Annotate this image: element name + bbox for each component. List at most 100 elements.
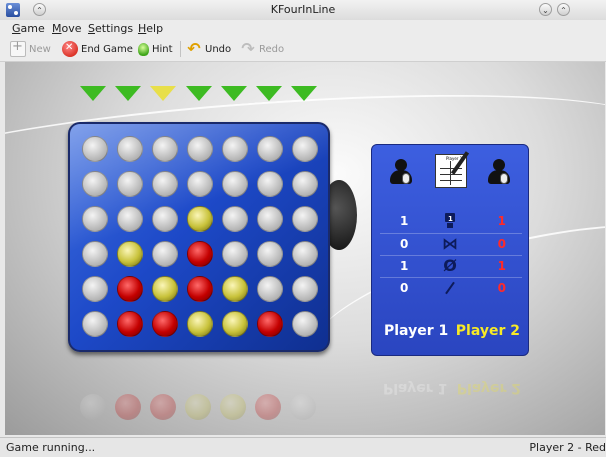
empty-slot[interactable]	[257, 171, 283, 197]
new-button-label: New	[29, 43, 51, 55]
window-title: KFourInLine	[270, 3, 336, 16]
empty-slot[interactable]	[292, 171, 318, 197]
redo-icon: ↷	[241, 39, 255, 58]
yellow-piece[interactable]	[152, 276, 178, 302]
yellow-piece[interactable]	[222, 311, 248, 337]
empty-slot[interactable]	[222, 171, 248, 197]
empty-slot[interactable]	[82, 311, 108, 337]
yellow-piece[interactable]	[187, 206, 213, 232]
empty-slot[interactable]	[82, 206, 108, 232]
empty-slot[interactable]	[222, 241, 248, 267]
empty-slot[interactable]	[222, 136, 248, 162]
red-piece[interactable]	[257, 311, 283, 337]
end-game-label: End Game	[81, 43, 133, 55]
losses-icon: Ø	[443, 256, 457, 275]
empty-slot[interactable]	[257, 241, 283, 267]
status-bar: Game running... Player 2 - Red	[0, 437, 606, 457]
score-row-wins: 1 1 1	[380, 211, 522, 232]
player2-losses: 1	[497, 259, 506, 273]
column-arrow-6[interactable]	[256, 86, 282, 101]
empty-slot[interactable]	[292, 241, 318, 267]
empty-slot[interactable]	[152, 206, 178, 232]
reflected-slot	[290, 394, 316, 420]
player1-losses: 1	[400, 259, 409, 273]
menu-bar: Game Move Settings Help	[0, 20, 606, 37]
column-arrow-2[interactable]	[115, 86, 141, 101]
column-arrow-4[interactable]	[186, 86, 212, 101]
yellow-piece[interactable]	[117, 241, 143, 267]
player1-name-reflection: Player 1	[383, 380, 448, 396]
wins-icon: 1	[442, 213, 458, 229]
menu-move[interactable]: Move	[52, 22, 82, 35]
empty-slot[interactable]	[117, 171, 143, 197]
new-button[interactable]: New	[10, 39, 51, 58]
empty-slot[interactable]	[117, 206, 143, 232]
player2-draws: 0	[497, 237, 506, 251]
empty-slot[interactable]	[292, 276, 318, 302]
score-row-losses: 1 Ø 1	[380, 255, 522, 277]
column-arrow-7[interactable]	[291, 86, 317, 101]
game-canvas[interactable]: Player 1 1 1 1 0 ⋈ 0 1 Ø 1 0 0 Player 1 …	[5, 62, 605, 435]
empty-slot[interactable]	[257, 206, 283, 232]
score-panel-reflection: Player 1 Player 2	[371, 370, 529, 410]
player2-name-reflection: Player 2	[456, 380, 521, 396]
column-arrow-1[interactable]	[80, 86, 106, 101]
empty-slot[interactable]	[82, 171, 108, 197]
empty-slot[interactable]	[82, 276, 108, 302]
new-game-icon	[10, 39, 26, 57]
end-game-icon	[62, 41, 78, 57]
empty-slot[interactable]	[187, 136, 213, 162]
player2-wins: 1	[497, 214, 506, 228]
reflected-slot	[255, 394, 281, 420]
end-game-button[interactable]: End Game	[62, 40, 133, 58]
reflected-slot	[185, 394, 211, 420]
empty-slot[interactable]	[257, 276, 283, 302]
redo-button[interactable]: ↷ Redo	[240, 40, 284, 58]
yellow-piece[interactable]	[222, 276, 248, 302]
reflected-slot	[115, 394, 141, 420]
hint-label: Hint	[152, 43, 173, 55]
empty-slot[interactable]	[292, 206, 318, 232]
empty-slot[interactable]	[82, 136, 108, 162]
empty-slot[interactable]	[257, 136, 283, 162]
empty-slot[interactable]	[292, 136, 318, 162]
minimize-icon[interactable]: ⌄	[539, 3, 552, 16]
maximize-icon[interactable]: ⌃	[557, 3, 570, 16]
player1-aborted: 0	[400, 281, 409, 295]
current-player-status: Player 2 - Red	[529, 441, 606, 454]
board-reflection	[68, 380, 330, 435]
game-board[interactable]	[68, 122, 330, 352]
red-piece[interactable]	[187, 241, 213, 267]
menu-help[interactable]: Help	[138, 22, 163, 35]
player2-aborted: 0	[497, 281, 506, 295]
draws-icon: ⋈	[442, 234, 458, 253]
score-row-draws: 0 ⋈ 0	[380, 233, 522, 255]
empty-slot[interactable]	[117, 136, 143, 162]
player2-avatar-icon	[488, 159, 510, 185]
empty-slot[interactable]	[152, 241, 178, 267]
player1-draws: 0	[400, 237, 409, 251]
empty-slot[interactable]	[152, 136, 178, 162]
yellow-piece[interactable]	[187, 311, 213, 337]
menu-settings[interactable]: Settings	[88, 22, 133, 35]
empty-slot[interactable]	[222, 206, 248, 232]
empty-slot[interactable]	[82, 241, 108, 267]
column-arrow-3[interactable]	[150, 86, 176, 101]
undo-button[interactable]: ↶ Undo	[186, 40, 231, 58]
toolbar: New End Game Hint ↶ Undo ↷ Redo	[0, 37, 606, 62]
player2-name: Player 2	[455, 323, 520, 339]
red-piece[interactable]	[152, 311, 178, 337]
red-piece[interactable]	[117, 311, 143, 337]
empty-slot[interactable]	[152, 171, 178, 197]
wins-badge: 1	[448, 215, 453, 223]
title-bar: ⌃ KFourInLine ⌄ ⌃	[0, 0, 606, 21]
empty-slot[interactable]	[187, 171, 213, 197]
column-arrow-5[interactable]	[221, 86, 247, 101]
toolbar-separator	[180, 41, 181, 57]
menu-game[interactable]: Game	[12, 22, 45, 35]
hint-button[interactable]: Hint	[136, 40, 173, 58]
game-status: Game running...	[6, 441, 96, 454]
empty-slot[interactable]	[292, 311, 318, 337]
red-piece[interactable]	[187, 276, 213, 302]
red-piece[interactable]	[117, 276, 143, 302]
